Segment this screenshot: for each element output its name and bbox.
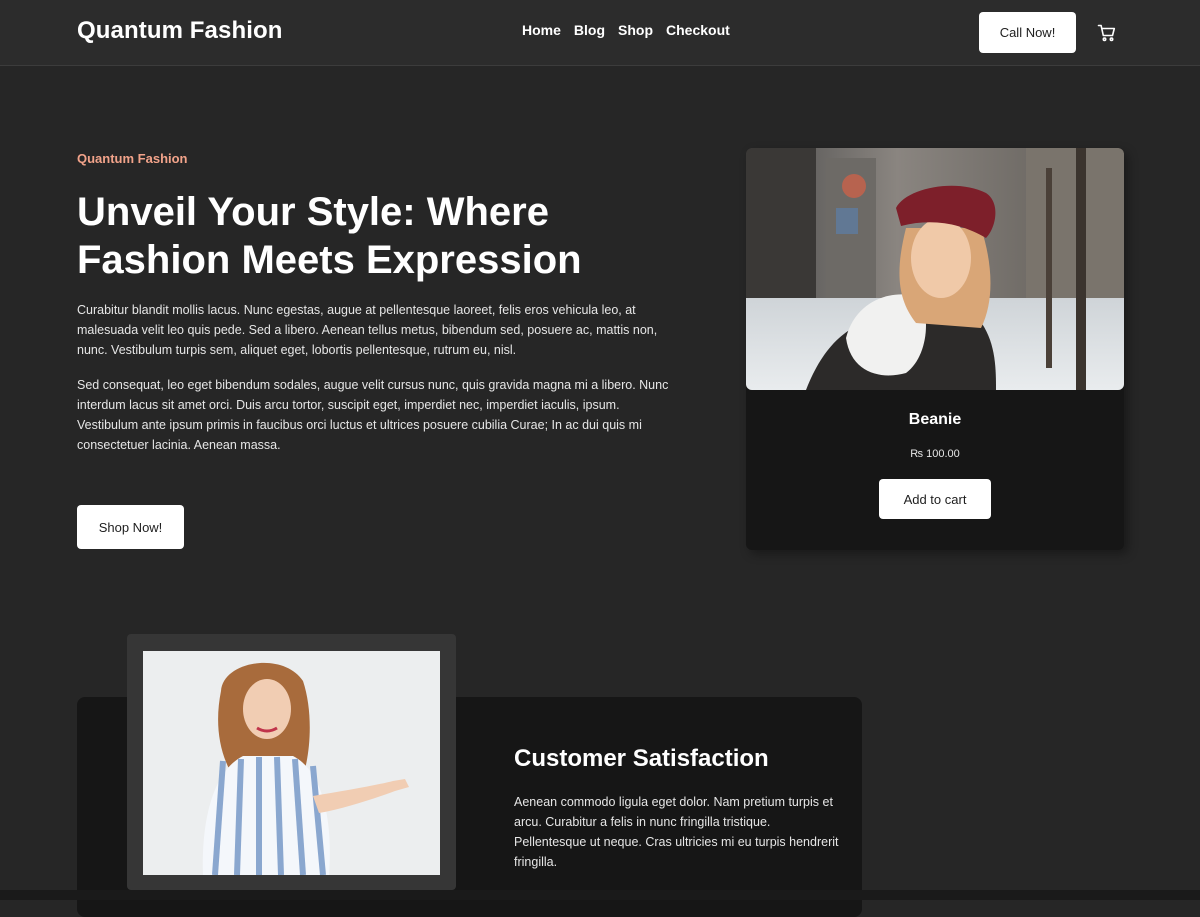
product-card: Beanie ₨ 100.00 Add to cart: [746, 148, 1124, 550]
hero-eyebrow: Quantum Fashion: [77, 151, 188, 166]
satisfaction-image: [143, 651, 440, 875]
bottom-strip: [0, 890, 1200, 900]
product-name[interactable]: Beanie: [746, 411, 1124, 429]
call-now-button[interactable]: Call Now!: [979, 12, 1076, 53]
site-header: Quantum Fashion Home Blog Shop Checkout …: [0, 0, 1200, 66]
main-nav: Home Blog Shop Checkout: [522, 22, 730, 38]
nav-blog[interactable]: Blog: [574, 22, 605, 38]
hero-paragraph-1: Curabitur blandit mollis lacus. Nunc ege…: [77, 303, 658, 357]
product-image[interactable]: [746, 148, 1124, 390]
brand-logo[interactable]: Quantum Fashion: [77, 17, 283, 45]
nav-checkout[interactable]: Checkout: [666, 22, 730, 38]
satisfaction-title: Customer Satisfaction: [514, 745, 769, 772]
add-to-cart-button[interactable]: Add to cart: [879, 479, 991, 519]
nav-home[interactable]: Home: [522, 22, 561, 38]
product-price: ₨ 100.00: [910, 448, 960, 460]
hero-paragraph-2: Sed consequat, leo eget bibendum sodales…: [77, 378, 669, 452]
cart-icon[interactable]: [1097, 23, 1117, 43]
satisfaction-text: Aenean commodo ligula eget dolor. Nam pr…: [514, 795, 839, 869]
hero-title: Unveil Your Style: Where Fashion Meets E…: [77, 190, 582, 282]
shop-now-button[interactable]: Shop Now!: [77, 505, 184, 549]
nav-shop[interactable]: Shop: [618, 22, 653, 38]
